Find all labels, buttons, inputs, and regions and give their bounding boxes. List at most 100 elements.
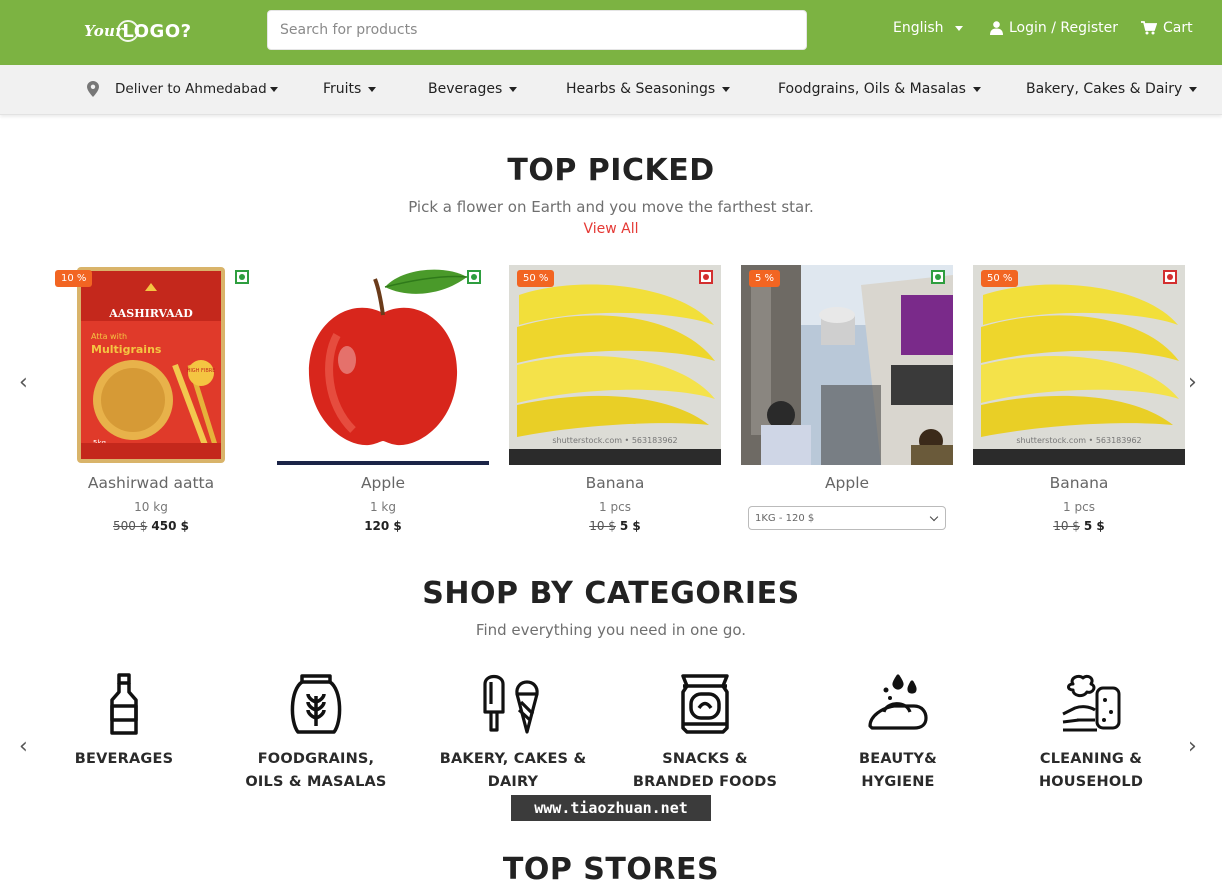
category-label: FOODGRAINS, OILS & MASALAS [245, 751, 387, 790]
ice-cream-icon [483, 674, 539, 734]
category-beverages[interactable]: BEVERAGES [34, 672, 214, 771]
stock-watermark-text: shutterstock.com • 563183962 [1016, 436, 1141, 445]
soap-icon [868, 674, 928, 730]
package-tag-text: HIGH FIBRE [187, 368, 216, 374]
categories-next-arrow[interactable]: › [1188, 736, 1197, 758]
discount-badge: 5 % [749, 270, 781, 287]
carousel-next-arrow[interactable]: › [1188, 372, 1197, 394]
view-all-link[interactable]: View All [0, 221, 1222, 237]
category-label: SNACKS & BRANDED FOODS [632, 751, 778, 790]
product-card[interactable]: 5 % Apple 1KG - 120 $ [741, 265, 953, 540]
package-line2-text: Multigrains [91, 343, 162, 356]
old-price: 500 $ [113, 519, 148, 533]
category-label: CLEANING & HOUSEHOLD [1038, 751, 1144, 790]
login-label: Login / Register [1009, 20, 1119, 36]
language-label: English [893, 20, 944, 36]
nav-label: Foodgrains, Oils & Masalas [778, 81, 966, 97]
cart-icon [1141, 21, 1157, 35]
caret-down-icon [972, 86, 981, 92]
section-subtitle: Find everything you need in one go. [475, 621, 747, 639]
caret-down-icon [722, 86, 731, 92]
product-quantity: 1 pcs [1063, 500, 1095, 514]
site-watermark: www.tiaozhuan.net [511, 795, 711, 821]
deliver-label: Deliver to Ahmedabad [115, 81, 267, 97]
language-dropdown[interactable]: English [893, 20, 963, 36]
top-header: YourLOGO? English Login / Register Cart [0, 0, 1222, 65]
user-icon [990, 21, 1003, 35]
product-name[interactable]: Banana [973, 474, 1185, 492]
nav-label: Bakery, Cakes & Dairy [1026, 81, 1183, 97]
non-veg-indicator-icon [1163, 270, 1177, 284]
nav-fruits[interactable]: Fruits [323, 81, 377, 97]
old-price: 10 $ [589, 519, 616, 533]
categories-prev-arrow[interactable]: ‹ [19, 736, 28, 758]
stock-watermark-text: shutterstock.com • 563183962 [552, 436, 677, 445]
old-price: 10 $ [1053, 519, 1080, 533]
product-card[interactable]: shutterstock.com • 563183962 50 % Banana… [973, 265, 1185, 540]
section-title-top-stores: TOP STORES [502, 852, 720, 887]
product-image[interactable] [741, 265, 953, 465]
product-image[interactable]: shutterstock.com • 563183962 [973, 265, 1185, 465]
chevron-down-icon [929, 512, 939, 522]
discount-badge: 50 % [981, 270, 1019, 287]
product-image[interactable] [277, 265, 489, 465]
product-card[interactable]: Apple 1 kg 120 $ [277, 265, 489, 540]
veg-indicator-icon [467, 270, 481, 284]
nav-foodgrains[interactable]: Foodgrains, Oils & Masalas [778, 81, 981, 97]
product-name[interactable]: Aashirwad aatta [45, 474, 257, 492]
product-image[interactable]: AASHIRVAAD Atta with Multigrains HIGH FI… [45, 265, 257, 465]
discount-badge: 10 % [55, 270, 93, 287]
cart-link[interactable]: Cart [1141, 20, 1193, 36]
category-label: BEVERAGES [74, 751, 174, 767]
product-quantity: 1 kg [369, 500, 396, 514]
current-price: 120 $ [364, 519, 402, 533]
category-beauty[interactable]: BEAUTY& HYGIENE [808, 672, 988, 794]
product-name[interactable]: Apple [741, 474, 953, 492]
product-quantity: 10 kg [134, 500, 168, 514]
current-price: 5 $ [1083, 519, 1105, 533]
non-veg-indicator-icon [699, 270, 713, 284]
deliver-location-dropdown[interactable]: Deliver to Ahmedabad [87, 81, 278, 97]
view-all-label[interactable]: View All [583, 221, 638, 237]
nav-beverages[interactable]: Beverages [428, 81, 518, 97]
product-image[interactable]: shutterstock.com • 563183962 [509, 265, 721, 465]
product-name[interactable]: Banana [509, 474, 721, 492]
section-title-categories: SHOP BY CATEGORIES [422, 576, 800, 611]
search-input[interactable] [268, 11, 806, 49]
login-link[interactable]: Login / Register [990, 20, 1118, 36]
product-card[interactable]: AASHIRVAAD Atta with Multigrains HIGH FI… [45, 265, 257, 540]
caret-down-icon [269, 86, 278, 92]
site-logo[interactable]: Your LOGO? [84, 17, 192, 45]
cleaning-sponge-icon [1062, 674, 1121, 732]
grain-jar-icon [290, 674, 342, 734]
discount-badge: 50 % [517, 270, 555, 287]
section-title-top-picked: TOP PICKED [507, 153, 715, 188]
bottle-icon [110, 673, 138, 735]
product-price: 10 $5 $ [509, 519, 721, 533]
veg-indicator-icon [235, 270, 249, 284]
nav-herbs-seasonings[interactable]: Hearbs & Seasonings [566, 81, 731, 97]
category-bakery[interactable]: BAKERY, CAKES & DAIRY [423, 672, 603, 794]
category-label: BAKERY, CAKES & DAIRY [439, 751, 587, 790]
category-nav: Deliver to Ahmedabad Fruits Beverages He… [0, 65, 1222, 115]
category-snacks[interactable]: SNACKS & BRANDED FOODS [615, 672, 795, 794]
category-label: BEAUTY& HYGIENE [859, 751, 937, 790]
package-brand-text: AASHIRVAAD [108, 307, 193, 320]
search-box[interactable] [267, 10, 807, 50]
category-foodgrains[interactable]: FOODGRAINS, OILS & MASALAS [226, 672, 406, 794]
location-pin-icon [87, 81, 99, 97]
product-price: 10 $5 $ [973, 519, 1185, 533]
product-name[interactable]: Apple [277, 474, 489, 492]
product-price: 500 $450 $ [45, 519, 257, 533]
carousel-prev-arrow[interactable]: ‹ [19, 372, 28, 394]
caret-down-icon [1189, 86, 1198, 92]
variant-select[interactable]: 1KG - 120 $ [748, 506, 946, 530]
nav-bakery[interactable]: Bakery, Cakes & Dairy [1026, 81, 1198, 97]
product-card[interactable]: shutterstock.com • 563183962 50 % Banana… [509, 265, 721, 540]
category-cleaning[interactable]: CLEANING & HOUSEHOLD [1001, 672, 1181, 794]
nav-label: Hearbs & Seasonings [566, 81, 716, 97]
nav-label: Beverages [428, 81, 503, 97]
product-price: 120 $ [277, 519, 489, 533]
current-price: 5 $ [619, 519, 641, 533]
section-subtitle: Pick a flower on Earth and you move the … [408, 198, 814, 216]
